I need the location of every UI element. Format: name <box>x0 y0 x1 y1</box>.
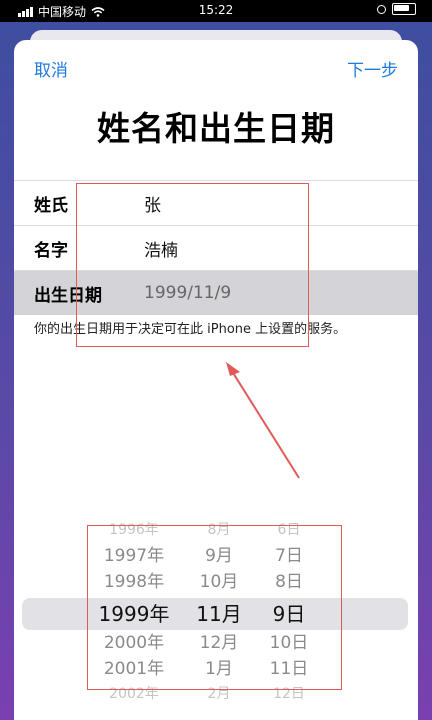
status-right <box>377 3 416 15</box>
status-bar: 中国移动 15:22 <box>0 0 432 22</box>
annotation-arrow <box>226 362 300 479</box>
battery-icon <box>392 3 416 15</box>
modal-sheet: 取消 下一步 姓名和出生日期 姓氏 张 名字 浩楠 出生日期 1999/11/9… <box>14 40 418 720</box>
orientation-lock-icon <box>377 4 386 14</box>
status-time: 15:22 <box>198 3 234 17</box>
